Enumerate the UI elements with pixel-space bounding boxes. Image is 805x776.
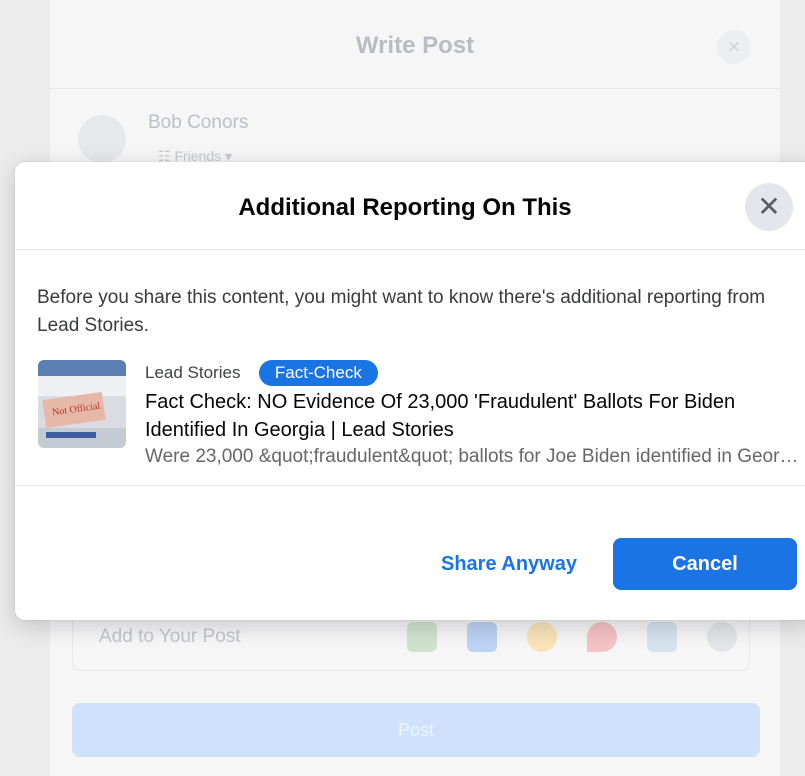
article-source: Lead Stories [145,363,241,382]
photo-video-icon[interactable] [407,622,437,652]
modal-title-text: Additional Reporting On This [238,194,572,221]
feeling-icon[interactable] [527,622,557,652]
close-icon[interactable]: ✕ [745,183,793,231]
tag-people-icon[interactable] [467,622,497,652]
intro-text: Before you share this content, you might… [37,287,766,336]
article-headline[interactable]: Fact Check: NO Evidence Of 23,000 'Fraud… [145,388,785,444]
header-divider [15,249,805,250]
add-to-post-label: Add to Your Post [99,626,241,647]
check-in-icon[interactable] [587,622,617,652]
share-anyway-button[interactable]: Share Anyway [419,538,599,590]
write-post-divider [50,88,780,89]
article-source-row: Lead Stories Fact-Check [145,360,378,388]
article-thumbnail[interactable]: Not Official [38,360,126,448]
more-icon[interactable] [707,622,737,652]
fact-check-badge: Fact-Check [258,360,378,386]
write-post-close-icon[interactable]: × [717,30,751,64]
user-name: Bob Conors [148,112,249,133]
additional-reporting-modal: Additional Reporting On This ✕ Before yo… [15,162,805,620]
cancel-button[interactable]: Cancel [613,538,797,590]
post-button[interactable]: Post [72,703,760,757]
avatar [78,115,126,163]
article-description: Were 23,000 &quot;fraudulent&quot; ballo… [145,446,805,467]
footer-divider [15,485,805,486]
modal-title: Additional Reporting On This [15,194,805,222]
write-post-title: Write Post [355,32,475,59]
gif-icon[interactable] [647,622,677,652]
